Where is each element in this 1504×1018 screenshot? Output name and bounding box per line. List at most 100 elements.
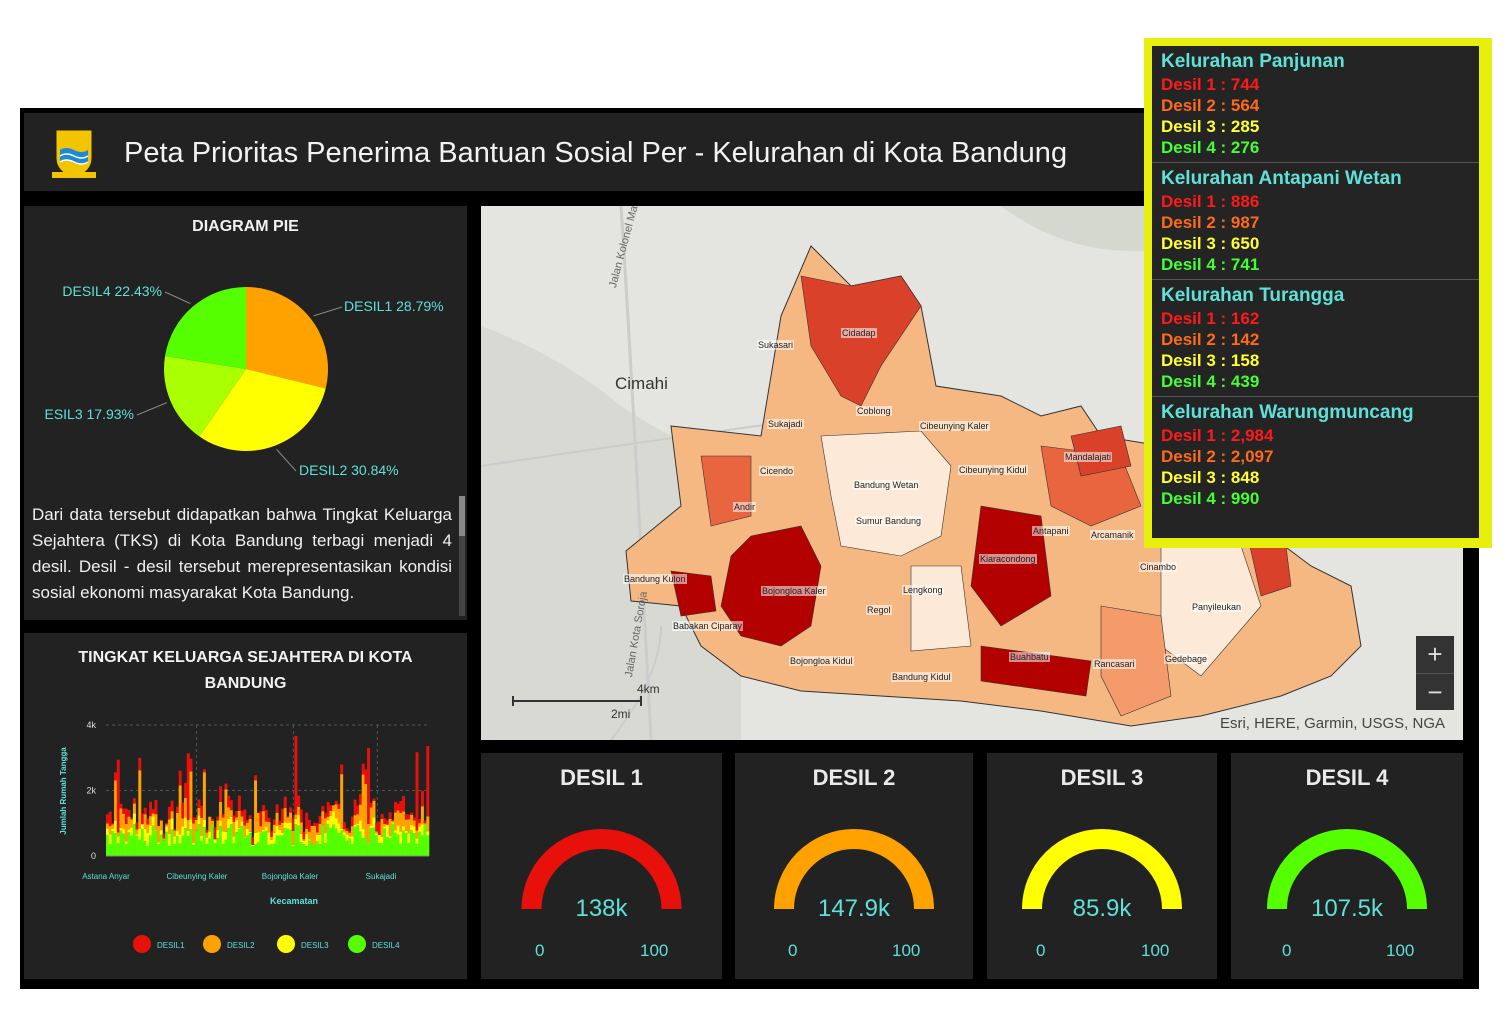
bar-segment: [334, 804, 338, 819]
bar-segment: [140, 824, 144, 830]
bar-segment: [318, 834, 322, 845]
zoom-in-button[interactable]: +: [1416, 636, 1454, 673]
bar-segment: [270, 831, 274, 837]
bar-segment: [388, 818, 392, 837]
bar-segment: [232, 821, 236, 837]
desil-row: Desil 4 : 741: [1161, 255, 1260, 274]
bar-segment: [111, 824, 115, 830]
pie-panel: DIAGRAM PIE DESIL1 28.79% DESIL2 30.84% ES…: [24, 206, 467, 620]
bar-segment: [342, 832, 346, 836]
bar-segment: [135, 834, 139, 836]
bar-segment: [235, 817, 239, 821]
kelurahan-item: Kelurahan Antapani Wetan Desil 1 : 886 D…: [1152, 163, 1479, 280]
legend-label: DESIL2: [227, 941, 255, 950]
bar-segment: [372, 817, 376, 828]
bar-segment: [264, 809, 268, 822]
bar-segment: [114, 780, 118, 821]
bar-segment: [348, 832, 352, 837]
bar-segment: [412, 820, 416, 827]
bar-segment: [407, 842, 411, 856]
bar-segment: [297, 815, 301, 826]
bar-segment: [315, 834, 319, 841]
y-axis-label: Jumlah Rumah Tangga: [59, 747, 68, 835]
bar-segment: [159, 819, 163, 821]
bar-segment: [283, 808, 287, 823]
bar-segment: [175, 836, 179, 856]
kelurahan-item: Kelurahan Panjunan Desil 1 : 744 Desil 2…: [1152, 46, 1479, 163]
bar-segment: [283, 828, 287, 856]
bar-segment: [289, 807, 293, 813]
bar-segment: [278, 829, 282, 836]
bar-segment: [219, 786, 223, 802]
bar-segment: [108, 834, 112, 845]
pie-leader-line: [136, 402, 168, 416]
bar-segment: [364, 837, 368, 856]
bar-segment: [399, 843, 403, 856]
bar-segment: [391, 823, 395, 856]
bar-segment: [415, 843, 419, 856]
bar-segment: [345, 830, 349, 835]
bar-segment: [127, 816, 131, 830]
bar-segment: [216, 820, 220, 831]
bar-segment: [375, 831, 379, 834]
bar-segment: [364, 783, 368, 838]
stacked-bar-chart: 0 2k 4k Astana Anyar Cibeunying Kaler Bojongl…: [59, 720, 430, 953]
bar-segment: [227, 818, 231, 829]
bar-segment: [146, 846, 150, 856]
bar-segment: [124, 841, 128, 845]
bar-segment: [402, 796, 406, 812]
bar-segment: [245, 828, 249, 836]
bar-segment: [210, 820, 214, 826]
bar-segment: [114, 833, 118, 856]
bar-segment: [305, 833, 309, 847]
bar-segment: [342, 821, 346, 830]
bar-segment: [337, 808, 341, 824]
bar-segment: [205, 829, 209, 833]
bar-segment: [356, 805, 360, 815]
bar-segment: [184, 828, 188, 856]
district-label: Cibeunying Kidul: [958, 465, 1028, 475]
bar-segment: [200, 805, 204, 818]
bar-segment: [394, 830, 397, 833]
bar-segment: [138, 770, 142, 829]
bar-segment: [367, 747, 371, 824]
bar-segment: [235, 811, 239, 818]
zoom-out-button[interactable]: −: [1416, 673, 1454, 711]
bar-segment: [396, 834, 400, 856]
bar-segment: [240, 825, 244, 856]
district-label: Kiaracondong: [979, 554, 1037, 564]
bar-segment: [329, 815, 333, 828]
bar-segment: [324, 812, 328, 819]
bar-segment: [297, 795, 301, 807]
bar-segment: [189, 771, 193, 820]
bar-segment: [135, 829, 139, 835]
bar-segment: [165, 824, 169, 827]
bar-segment: [391, 821, 395, 823]
district-label: Andir: [733, 502, 757, 512]
bar-segment: [367, 843, 371, 844]
bar-segment: [167, 833, 171, 846]
district-label: Antapani: [1032, 526, 1070, 536]
bar-segment: [415, 838, 419, 844]
bar-segment: [243, 825, 247, 838]
bar-segment: [278, 820, 282, 825]
page-title: Peta Prioritas Penerima Bantuan Sosial P…: [124, 137, 1068, 169]
bar-segment: [202, 769, 206, 773]
bar-segment: [334, 828, 338, 856]
bar-segment: [359, 804, 363, 821]
gauge-min: 0: [1282, 941, 1292, 960]
bar-segment: [127, 829, 131, 833]
bar-segment: [353, 799, 357, 816]
bar-segment: [173, 830, 177, 837]
bar-segment: [267, 832, 271, 845]
bar-segment: [286, 828, 290, 856]
bar-segment: [248, 831, 252, 834]
bar-segment: [423, 820, 427, 824]
bar-segment: [245, 835, 249, 856]
scrollbar[interactable]: [459, 496, 465, 616]
bar-segment: [167, 806, 171, 820]
district-label: Sukajadi: [767, 419, 804, 429]
bar-segment: [192, 844, 196, 856]
bar-segment: [146, 824, 150, 834]
district-label: Bandung Kulon: [623, 574, 687, 584]
